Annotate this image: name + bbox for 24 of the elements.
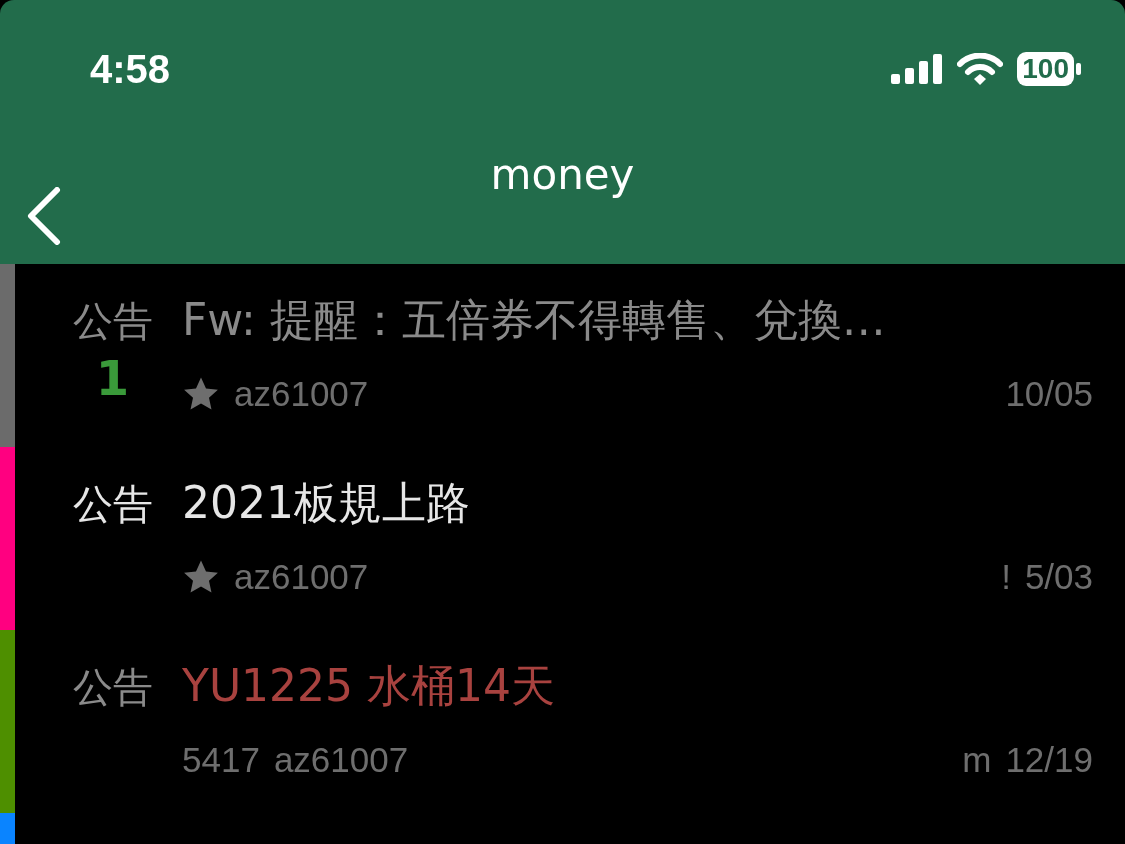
post-row[interactable]: 公告 1 Fw: 提醒：五倍券不得轉售、兌換… az61007 10/05 [0,264,1125,447]
post-row[interactable]: 公告 2021板規上路 az61007 ! 5/03 [0,447,1125,630]
post-mark: ! [1001,557,1011,597]
post-author: az61007 [234,374,369,414]
post-title: YU1225 水桶14天 [182,659,557,713]
post-date: 5/03 [1024,557,1093,597]
signal-icon [891,54,944,84]
wifi-icon [957,53,1004,85]
status-time: 4:58 [90,46,172,92]
post-date: 10/05 [1005,374,1093,414]
back-icon [26,187,62,245]
post-author: az61007 [273,740,409,780]
push-count: 1 [94,349,130,408]
post-category: 公告 [71,297,153,346]
post-title: 2021板規上路 [182,476,471,530]
post-mark: m [962,740,992,780]
post-category: 公告 [71,480,153,529]
post-author: az61007 [234,557,369,597]
page-title: money [490,150,635,199]
post-date: 12/19 [1005,740,1093,780]
post-number: 5417 [182,740,260,780]
post-row[interactable]: 公告 YU1225 水桶14天 5417 az61007 m 12/19 [0,630,1125,813]
post-category: 公告 [71,663,153,712]
post-title: Fw: 提醒：五倍券不得轉售、兌換… [182,293,887,347]
